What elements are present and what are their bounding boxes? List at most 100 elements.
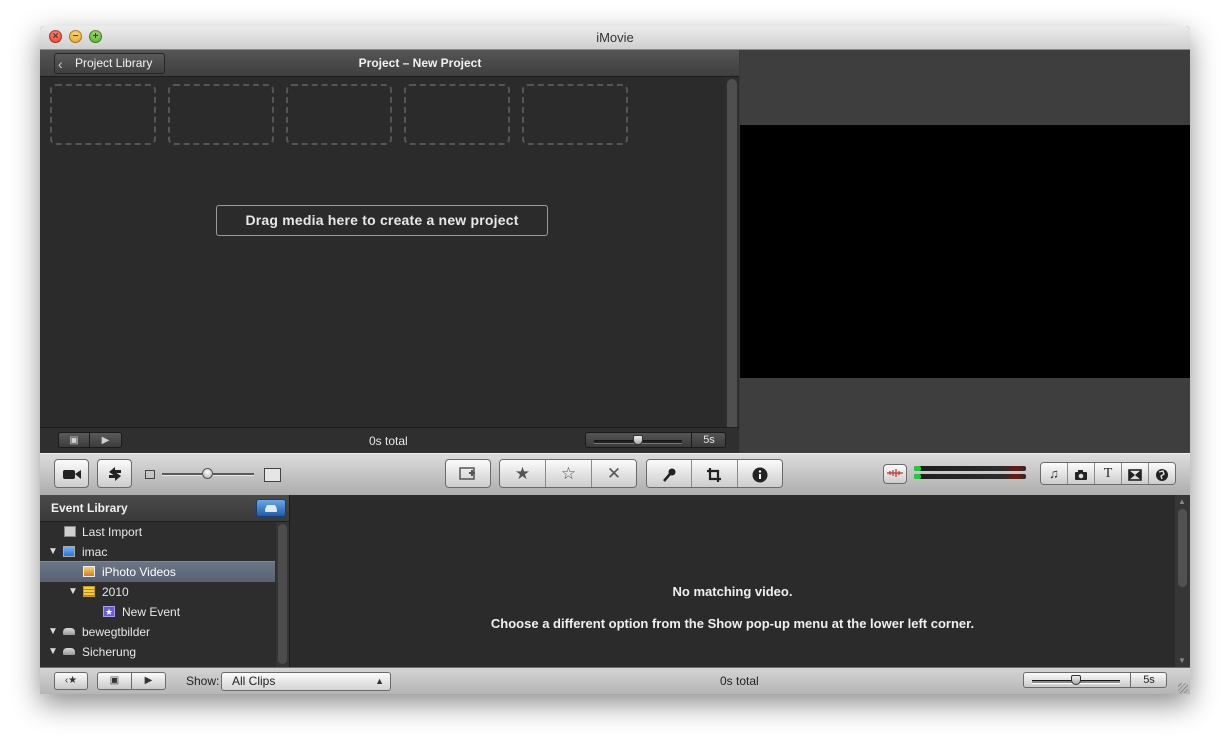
photo-icon [1075, 469, 1087, 480]
project-footer: ▣ ▶ 0s total 5s [40, 427, 739, 454]
star-filled-icon: ★ [514, 464, 531, 483]
play-icon: ▶ [144, 675, 153, 686]
library-item-label: Last Import [82, 525, 143, 539]
waveform-icon [887, 469, 903, 478]
voiceover-button[interactable] [647, 460, 693, 487]
unmark-button[interactable]: ☆ [546, 460, 592, 487]
no-video-message: No matching video. [672, 584, 793, 599]
zoom-knob[interactable] [1071, 675, 1081, 685]
project-pane: ‹ Project Library Project – New Project … [40, 50, 739, 454]
disclosure-triangle-icon[interactable]: ▼ [48, 642, 58, 662]
play-event-button[interactable]: ▶ [131, 672, 166, 690]
show-popup[interactable]: All Clips ▲ [221, 672, 391, 691]
globe-icon [1156, 468, 1168, 481]
play-icon: ▶ [101, 435, 110, 446]
zoom-knob[interactable] [633, 435, 643, 445]
library-item-imac[interactable]: ▼ imac [40, 542, 275, 562]
library-item-bewegtbilder[interactable]: ▼ bewegtbilder [40, 622, 275, 642]
add-selection-icon [459, 467, 475, 480]
library-item-label: iPhoto Videos [102, 565, 176, 579]
drive-icon [265, 505, 277, 513]
play-fullscreen-icon: ▣ [69, 435, 79, 446]
placeholder-slot [50, 84, 156, 145]
project-header: ‹ Project Library Project – New Project [40, 50, 739, 77]
placeholder-slot [286, 84, 392, 145]
photo-browser-button[interactable] [1068, 463, 1095, 484]
add-to-project-button[interactable] [445, 459, 491, 488]
toolbar: ★ ☆ ✕ ♫ T [40, 453, 1190, 496]
library-item-new-event[interactable]: ★ New Event [40, 602, 275, 622]
browser-buttons: ♫ T [1040, 462, 1176, 485]
audio-level-meter [914, 466, 1030, 480]
project-zoom-slider[interactable]: 5s [585, 432, 726, 448]
library-item-last-import[interactable]: Last Import [40, 522, 275, 542]
meter-bar-left [914, 466, 1026, 471]
library-item-iphoto-videos[interactable]: iPhoto Videos [40, 561, 275, 582]
thumbnail-size-slider[interactable] [144, 468, 282, 482]
transition-browser-button[interactable] [1122, 463, 1149, 484]
scroll-thumb[interactable] [1178, 509, 1187, 587]
info-icon [752, 467, 768, 483]
imovie-window: × − + iMovie ‹ Project Library Project –… [40, 26, 1190, 694]
inspector-button[interactable] [737, 460, 782, 487]
placeholder-slot [168, 84, 274, 145]
tool-buttons [646, 459, 783, 488]
project-scrollbar[interactable] [725, 77, 739, 450]
disclosure-triangle-icon[interactable]: ▼ [68, 582, 78, 602]
scroll-thumb[interactable] [278, 524, 287, 664]
camera-icon [62, 470, 81, 480]
placeholder-slot [522, 84, 628, 145]
library-item-label: 2010 [102, 585, 129, 599]
event-browser [290, 495, 1175, 667]
new-event-button[interactable]: ‹★ [54, 672, 88, 690]
bottom-bar: ‹★ ▣ ▶ Show: All Clips ▲ 0s total 5s [40, 667, 1190, 694]
scroll-thumb[interactable] [727, 79, 737, 447]
meter-level-right [914, 474, 921, 479]
computer-icon [63, 546, 75, 557]
play-button[interactable]: ▶ [90, 432, 122, 448]
library-item-sicherung[interactable]: ▼ Sicherung [40, 642, 275, 662]
music-browser-button[interactable]: ♫ [1041, 463, 1068, 484]
library-item-2010[interactable]: ▼ 2010 [40, 582, 275, 602]
event-star-icon: ★ [103, 606, 115, 617]
event-library-scrollbar[interactable] [276, 522, 289, 667]
star-outline-icon: ☆ [560, 464, 577, 483]
title-browser-button[interactable]: T [1095, 463, 1122, 484]
zoom-value: 5s [1130, 673, 1167, 687]
event-browser-scrollbar[interactable]: ▲ ▼ [1175, 495, 1190, 667]
show-drives-button[interactable] [256, 499, 286, 517]
event-library-header: Event Library [40, 495, 289, 522]
transition-icon [1128, 468, 1142, 481]
event-zoom-slider[interactable]: 5s [1023, 672, 1167, 688]
scroll-up-icon[interactable]: ▲ [1178, 497, 1186, 506]
mark-favorite-button[interactable]: ★ [500, 460, 546, 487]
project-total: 0s total [369, 434, 408, 448]
small-thumb-icon [145, 470, 155, 479]
play-fullscreen-icon: ▣ [109, 675, 120, 686]
play-event-fullscreen-button[interactable]: ▣ [97, 672, 132, 690]
crop-icon [707, 467, 722, 482]
library-item-label: Sicherung [82, 645, 137, 659]
map-browser-button[interactable] [1149, 463, 1175, 484]
disclosure-triangle-icon[interactable]: ▼ [48, 542, 58, 562]
window-title: iMovie [596, 30, 634, 45]
play-fullscreen-button[interactable]: ▣ [58, 432, 90, 448]
large-thumb-icon [264, 468, 281, 482]
rating-buttons: ★ ☆ ✕ [499, 459, 637, 488]
audio-skimming-button[interactable] [883, 464, 907, 484]
project-title: Project – New Project [358, 56, 482, 70]
viewer-pane [740, 50, 1190, 453]
slider-knob[interactable] [202, 468, 213, 479]
reject-button[interactable]: ✕ [592, 460, 636, 487]
resize-grip-icon[interactable] [1178, 683, 1188, 693]
meter-bar-right [914, 474, 1026, 479]
swap-events-projects-button[interactable] [97, 459, 132, 488]
import-camera-button[interactable] [54, 459, 89, 488]
event-library-title: Event Library [51, 501, 128, 515]
crop-button[interactable] [692, 460, 738, 487]
event-library-pane: Event Library Last Import ▼ imac iPhoto … [40, 495, 290, 667]
title-icon: T [1103, 466, 1113, 481]
disclosure-triangle-icon[interactable]: ▼ [48, 622, 58, 642]
scroll-down-icon[interactable]: ▼ [1178, 656, 1186, 665]
drive-icon [63, 648, 75, 655]
